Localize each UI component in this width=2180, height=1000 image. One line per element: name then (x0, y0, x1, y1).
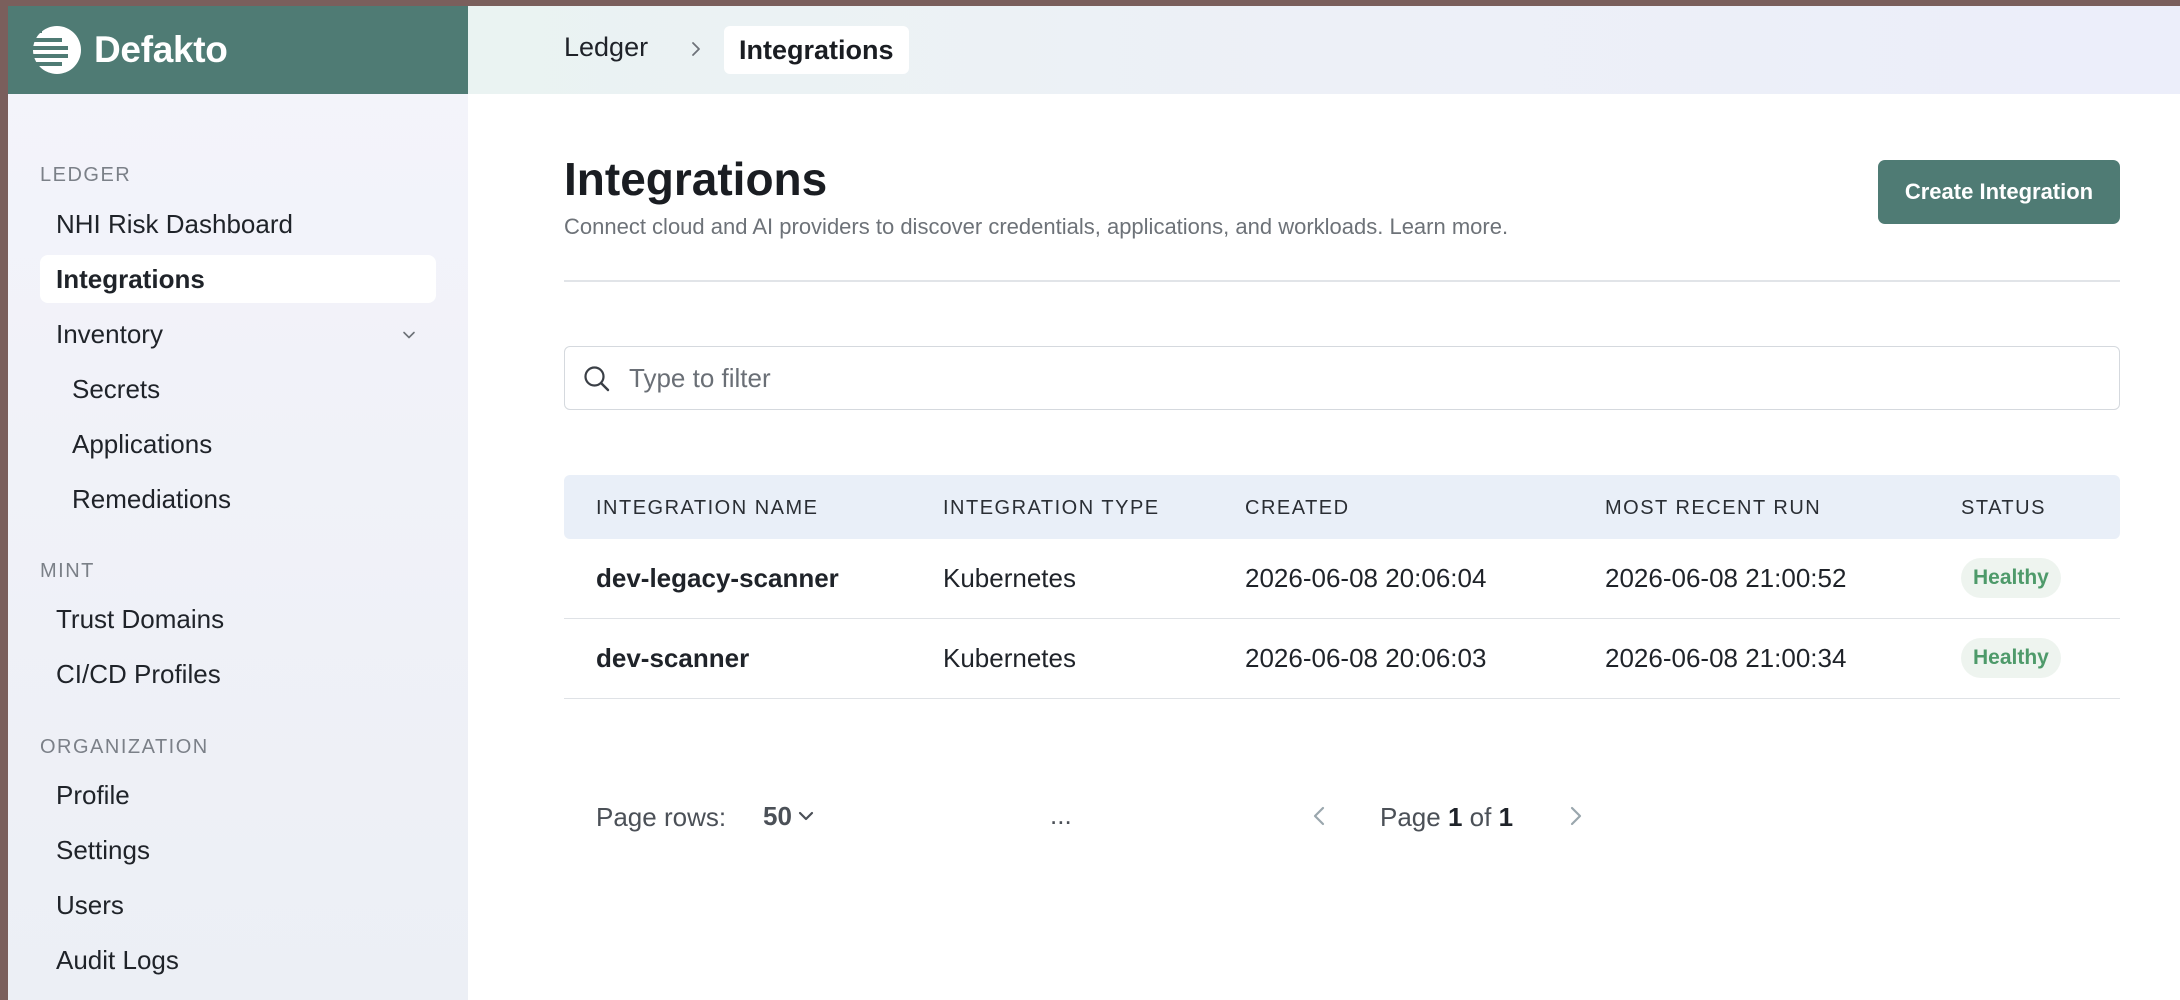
page-rows-value: 50 (763, 800, 792, 831)
sidebar-item-users[interactable]: Users (40, 881, 436, 929)
divider (564, 280, 2120, 282)
column-header-integration-name[interactable]: INTEGRATION NAME (596, 497, 819, 520)
recent-run-timestamp: 2026-06-08 21:00:52 (1605, 563, 1847, 593)
breadcrumb: Ledger Integrations (468, 6, 2180, 94)
sidebar-item-trust-domains[interactable]: Trust Domains (40, 595, 436, 643)
sidebar-item-cicd-profiles[interactable]: CI/CD Profiles (40, 650, 436, 698)
brand-header[interactable]: Defakto (8, 6, 468, 94)
page-rows-select[interactable]: 50 (763, 798, 816, 834)
sidebar-item-profile[interactable]: Profile (40, 771, 436, 819)
chevron-right-icon (692, 42, 700, 56)
sidebar-item-audit-logs[interactable]: Audit Logs (40, 936, 436, 984)
main-content: Integrations Connect cloud and AI provid… (468, 94, 2180, 1000)
total-pages: 1 (1498, 802, 1514, 832)
table-row[interactable]: dev-legacy-scanner Kubernetes 2026-06-08… (564, 539, 2120, 619)
search-icon (584, 366, 610, 392)
integration-name[interactable]: dev-scanner (596, 643, 749, 674)
integration-type: Kubernetes (943, 643, 1076, 673)
sidebar: Defakto LEDGER NHI Risk Dashboard Integr… (8, 6, 468, 1000)
table-row[interactable]: dev-scanner Kubernetes 2026-06-08 20:06:… (564, 619, 2120, 699)
integration-name[interactable]: dev-legacy-scanner (596, 563, 839, 594)
next-page-icon[interactable] (1561, 802, 1589, 830)
column-header-created[interactable]: CREATED (1245, 497, 1350, 520)
breadcrumb-ledger[interactable]: Ledger (564, 32, 648, 63)
table-header: INTEGRATION NAME INTEGRATION TYPE CREATE… (564, 475, 2120, 539)
search-box (564, 346, 2120, 410)
defakto-logo-icon (32, 26, 81, 74)
sidebar-item-nhi-risk-dashboard[interactable]: NHI Risk Dashboard (40, 200, 436, 248)
column-header-integration-type[interactable]: INTEGRATION TYPE (943, 497, 1160, 520)
previous-page-icon[interactable] (1306, 802, 1334, 830)
pagination-ellipsis: ... (1050, 800, 1072, 830)
created-timestamp: 2026-06-08 20:06:04 (1245, 563, 1487, 593)
brand-name: Defakto (94, 29, 228, 70)
status-badge: Healthy (1961, 638, 2061, 678)
sidebar-item-inventory[interactable]: Inventory (40, 310, 436, 358)
page-indicator: Page 1 of 1 (1380, 802, 1513, 833)
sidebar-item-settings[interactable]: Settings (40, 826, 436, 874)
status-badge: Healthy (1961, 558, 2061, 598)
section-label-organization: ORGANIZATION (40, 736, 209, 758)
page-rows-label: Page rows: (596, 802, 727, 832)
column-header-status[interactable]: STATUS (1961, 497, 2046, 520)
sidebar-item-secrets[interactable]: Secrets (40, 365, 436, 413)
page-subtitle: Connect cloud and AI providers to discov… (564, 214, 1509, 239)
section-label-ledger: LEDGER (40, 164, 132, 186)
breadcrumb-current: Integrations (724, 26, 909, 74)
column-header-most-recent-run[interactable]: MOST RECENT RUN (1605, 497, 1821, 520)
recent-run-timestamp: 2026-06-08 21:00:34 (1605, 643, 1847, 673)
page-word: Page (1380, 802, 1441, 832)
sidebar-item-integrations[interactable]: Integrations (40, 255, 436, 303)
current-page: 1 (1447, 802, 1463, 832)
of-word: of (1469, 802, 1492, 832)
filter-input[interactable] (629, 355, 2099, 401)
chevron-down-icon (403, 331, 415, 339)
created-timestamp: 2026-06-08 20:06:03 (1245, 643, 1487, 673)
integrations-table: INTEGRATION NAME INTEGRATION TYPE CREATE… (564, 475, 2120, 699)
sidebar-item-remediations[interactable]: Remediations (40, 475, 436, 523)
app-window: Defakto LEDGER NHI Risk Dashboard Integr… (8, 6, 2180, 1000)
chevron-down-icon (798, 811, 814, 821)
page-title: Integrations (564, 153, 828, 205)
sidebar-item-label: Inventory (56, 318, 163, 349)
create-integration-button[interactable]: Create Integration (1878, 160, 2120, 224)
sidebar-item-applications[interactable]: Applications (40, 420, 436, 468)
integration-type: Kubernetes (943, 563, 1076, 593)
section-label-mint: MINT (40, 560, 95, 582)
